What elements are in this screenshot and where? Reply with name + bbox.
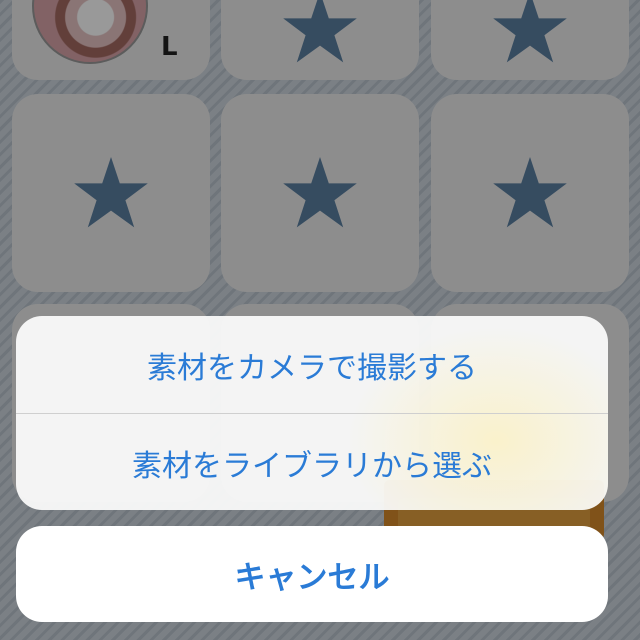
app-screen: L 素材をカメラで撮影する 素材をライブラリから選ぶ キャンセル bbox=[0, 0, 640, 640]
action-sheet: 素材をカメラで撮影する 素材をライブラリから選ぶ bbox=[16, 316, 608, 510]
choose-from-library-button[interactable]: 素材をライブラリから選ぶ bbox=[16, 414, 608, 510]
cancel-button[interactable]: キャンセル bbox=[16, 526, 608, 622]
take-photo-button[interactable]: 素材をカメラで撮影する bbox=[16, 316, 608, 413]
